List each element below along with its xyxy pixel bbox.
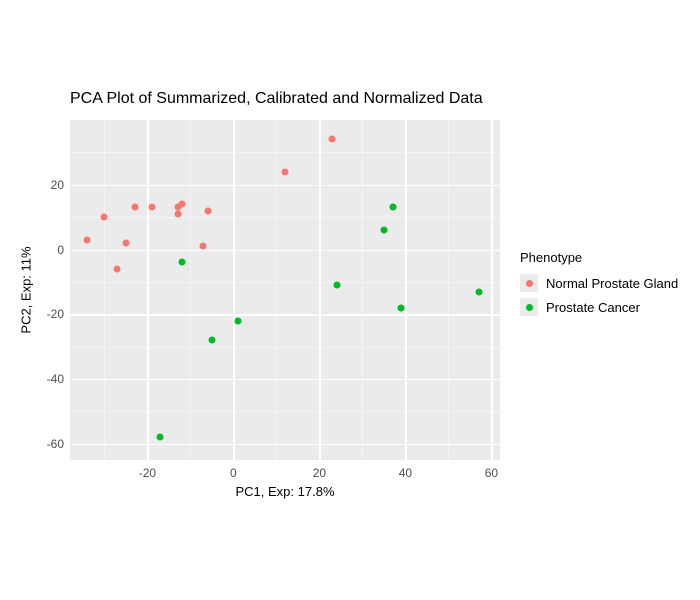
legend-label: Prostate Cancer <box>546 300 640 315</box>
legend-item: Prostate Cancer <box>520 295 678 319</box>
x-tick-label: 0 <box>230 466 237 480</box>
data-point <box>84 236 91 243</box>
legend-item: Normal Prostate Gland <box>520 271 678 295</box>
data-point <box>204 207 211 214</box>
plot-panel <box>70 120 500 460</box>
y-tick-label: 20 <box>51 178 64 192</box>
data-point <box>380 227 387 234</box>
x-tick-label: 60 <box>485 466 498 480</box>
pca-chart: PCA Plot of Summarized, Calibrated and N… <box>0 0 700 600</box>
data-point <box>122 240 129 247</box>
legend-label: Normal Prostate Gland <box>546 276 678 291</box>
data-point <box>282 168 289 175</box>
x-tick-label: -20 <box>139 466 156 480</box>
x-tick-label: 40 <box>399 466 412 480</box>
data-point <box>114 265 121 272</box>
data-point <box>200 243 207 250</box>
x-tick-label: 20 <box>313 466 326 480</box>
y-tick-label: -20 <box>47 307 64 321</box>
y-tick-label: 0 <box>57 243 64 257</box>
data-point <box>178 201 185 208</box>
legend-key <box>520 298 538 316</box>
data-point <box>234 317 241 324</box>
y-tick-label: -40 <box>47 372 64 386</box>
data-point <box>333 282 340 289</box>
data-point <box>131 204 138 211</box>
x-axis-label: PC1, Exp: 17.8% <box>236 484 335 499</box>
data-point <box>389 204 396 211</box>
circle-icon <box>526 280 533 287</box>
data-point <box>157 434 164 441</box>
data-point <box>174 210 181 217</box>
data-point <box>398 304 405 311</box>
circle-icon <box>526 304 533 311</box>
data-point <box>329 136 336 143</box>
data-point <box>178 259 185 266</box>
data-point <box>208 337 215 344</box>
data-point <box>101 214 108 221</box>
y-tick-label: -60 <box>47 437 64 451</box>
y-axis-label: PC2, Exp: 11% <box>19 246 34 333</box>
legend: Phenotype Normal Prostate Gland Prostate… <box>520 250 678 319</box>
legend-title: Phenotype <box>520 250 678 265</box>
legend-key <box>520 274 538 292</box>
data-point <box>475 288 482 295</box>
data-point <box>148 204 155 211</box>
chart-title: PCA Plot of Summarized, Calibrated and N… <box>70 90 483 108</box>
